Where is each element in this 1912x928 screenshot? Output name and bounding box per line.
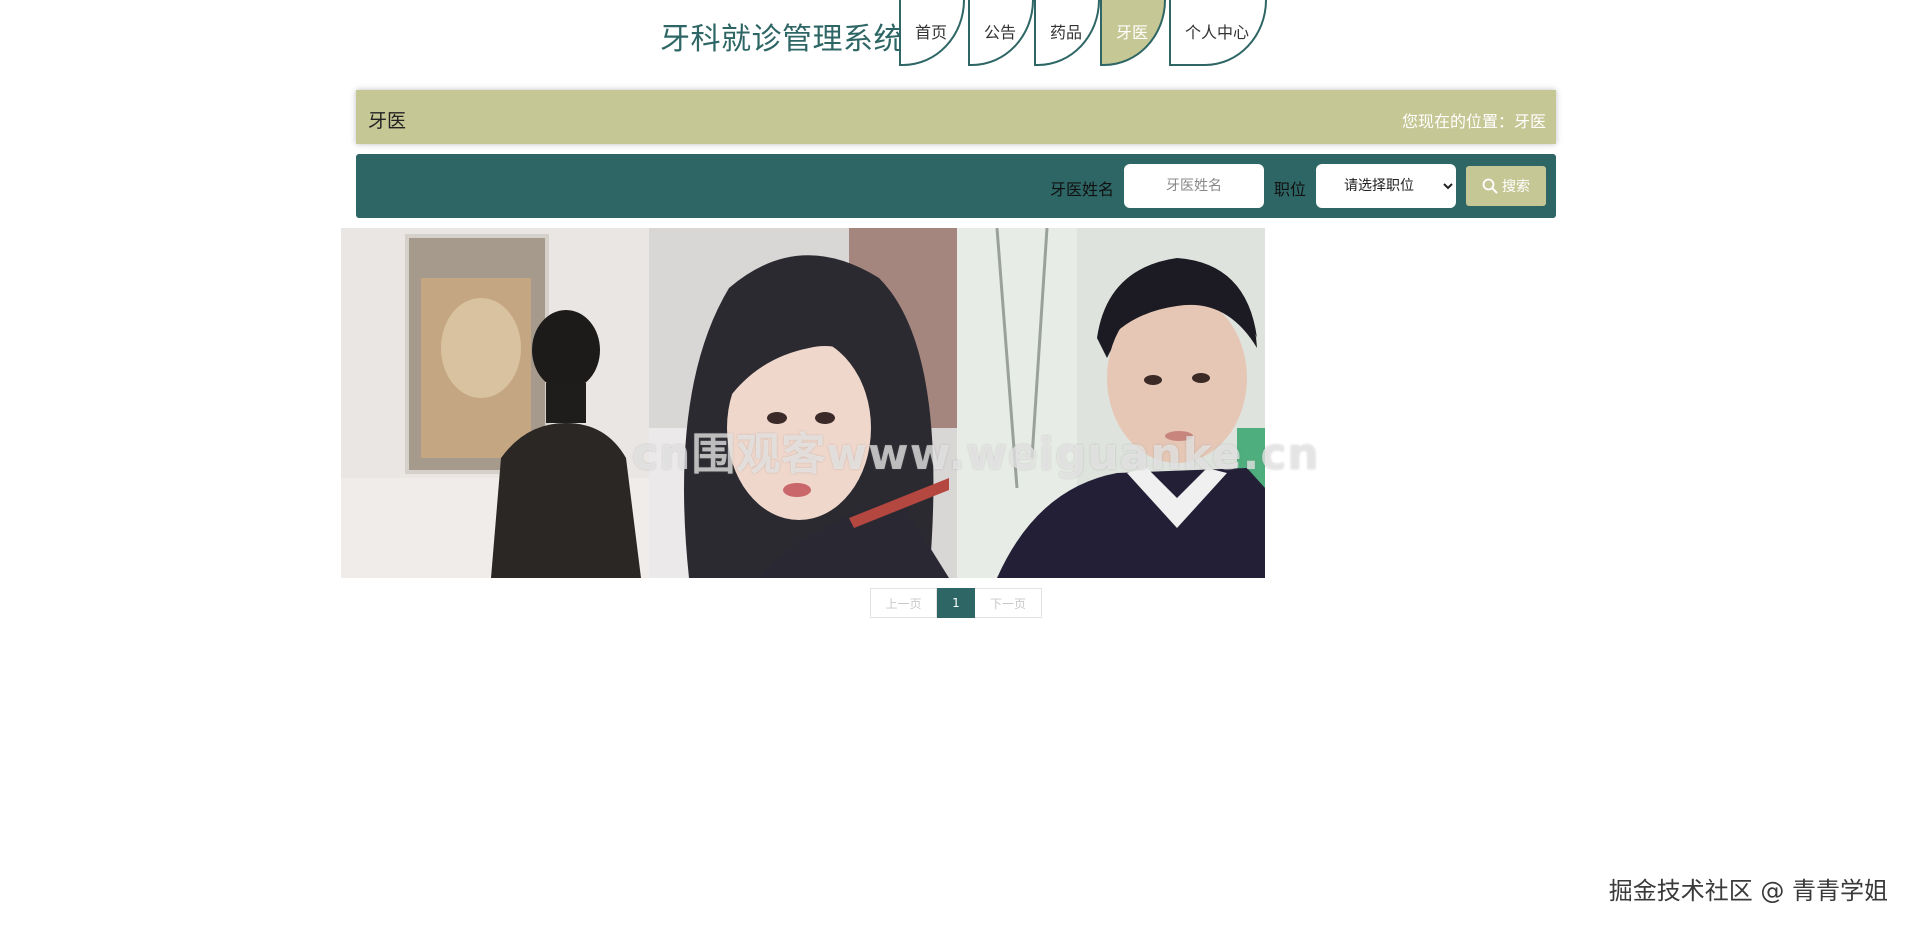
nav-item-label: 药品	[1050, 23, 1083, 42]
doctor-photo-3	[957, 228, 1265, 578]
prev-page-button[interactable]: 上一页	[870, 588, 937, 618]
search-icon	[1482, 178, 1498, 194]
nav-item-personal-center[interactable]: 个人中心	[1169, 0, 1267, 66]
nav-item-label: 牙医	[1116, 23, 1149, 42]
search-bar: 牙医姓名 职位 请选择职位 搜索	[356, 154, 1556, 218]
breadcrumb-bar: 牙医 您现在的位置：牙医	[356, 90, 1556, 144]
site-title: 牙科就诊管理系统	[660, 22, 904, 57]
search-button-label: 搜索	[1502, 179, 1530, 195]
position-label: 职位	[1274, 180, 1307, 199]
nav-item-label: 个人中心	[1185, 23, 1250, 42]
dentist-card[interactable]	[649, 228, 957, 578]
doctor-photo-2	[649, 228, 957, 578]
name-label: 牙医姓名	[1050, 180, 1115, 199]
watermark: cn围观客www.weiguanke.cn	[632, 429, 1320, 480]
page-number-current[interactable]: 1	[937, 588, 975, 618]
nav-item-label: 首页	[915, 23, 948, 42]
position-select[interactable]: 请选择职位	[1316, 164, 1456, 208]
nav-item-home[interactable]: 首页	[899, 0, 965, 66]
page: 牙科就诊管理系统 首页 公告 药品 牙医 个人中心 牙医 您现在的位置：牙医 牙…	[0, 0, 1912, 928]
nav-item-medicine[interactable]: 药品	[1034, 0, 1100, 66]
doctor-photo-1	[341, 228, 649, 578]
nav-item-dentist[interactable]: 牙医	[1100, 0, 1166, 66]
search-button[interactable]: 搜索	[1466, 166, 1546, 206]
dentist-card[interactable]	[957, 228, 1265, 578]
nav-item-notice[interactable]: 公告	[968, 0, 1034, 66]
dentist-card[interactable]	[341, 228, 649, 578]
source-credit: 掘金技术社区 @ 青青学姐	[1608, 877, 1888, 905]
next-page-button[interactable]: 下一页	[975, 588, 1042, 618]
pagination: 上一页 1 下一页	[870, 588, 1042, 618]
nav-item-label: 公告	[984, 23, 1017, 42]
dentist-name-input[interactable]	[1124, 164, 1264, 208]
page-title: 牙医	[368, 110, 407, 132]
breadcrumb: 您现在的位置：牙医	[1401, 112, 1546, 131]
